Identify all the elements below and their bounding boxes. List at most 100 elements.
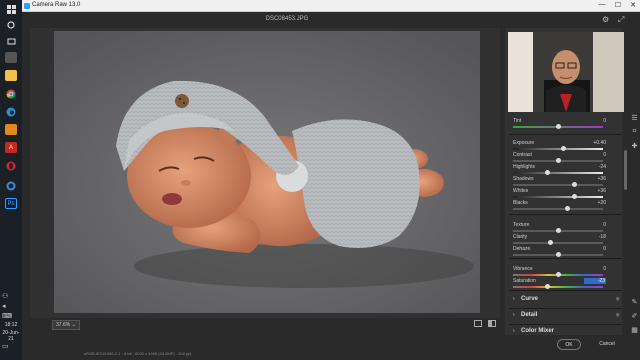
slider-thumb[interactable]: [556, 272, 561, 277]
slider-value[interactable]: 0: [584, 152, 606, 158]
search-icon[interactable]: [5, 20, 17, 31]
slider-label: Saturation: [513, 278, 536, 284]
clock-date[interactable]: 20-Jun-21: [0, 330, 22, 342]
slider-label: Tint: [513, 118, 522, 124]
window-title: Camera Raw 13.0: [32, 2, 81, 8]
windows-taskbar: A Ps ⚇ ◂ ⌨ 18:12 20-Jun-21 ▭: [0, 0, 22, 360]
chrome-icon[interactable]: [5, 88, 17, 99]
ok-button[interactable]: OK: [557, 339, 581, 350]
slider-thumb[interactable]: [556, 252, 561, 257]
slider-track[interactable]: [513, 208, 603, 210]
eyedropper-icon[interactable]: ✎: [630, 298, 639, 306]
title-bar: Camera Raw 13.0 — ☐ ✕: [22, 0, 640, 12]
minimize-button[interactable]: —: [596, 1, 608, 8]
slider-track[interactable]: [513, 148, 603, 150]
color-sampler-icon[interactable]: ✐: [630, 312, 639, 320]
panel-scrollbar[interactable]: [624, 150, 627, 190]
app-icon[interactable]: [5, 52, 17, 63]
chevron-right-icon: ›: [513, 312, 515, 318]
visibility-eye-icon[interactable]: ◉: [616, 312, 620, 318]
slider-thumb[interactable]: [565, 206, 570, 211]
section-label[interactable]: Curve: [521, 296, 538, 302]
slider-blacks[interactable]: Blacks +20: [513, 200, 620, 213]
zoom-level-dropdown[interactable]: 37.6% ⌄: [52, 320, 80, 330]
windows-start-icon[interactable]: [5, 4, 17, 15]
slider-track[interactable]: [513, 242, 603, 244]
slider-thumb[interactable]: [572, 194, 577, 199]
language-icon[interactable]: ⌨: [2, 312, 12, 320]
slider-value[interactable]: +20: [584, 200, 606, 206]
maximize-button[interactable]: ☐: [612, 1, 624, 9]
section-label[interactable]: Color Mixer: [521, 328, 554, 334]
slider-value[interactable]: 0: [584, 246, 606, 252]
slider-value[interactable]: +0.40: [584, 140, 606, 146]
slider-thumb[interactable]: [545, 170, 550, 175]
slider-value[interactable]: +36: [584, 188, 606, 194]
cancel-button[interactable]: Cancel: [595, 339, 619, 350]
close-button[interactable]: ✕: [627, 1, 639, 9]
healing-icon[interactable]: ✚: [630, 142, 639, 150]
workflow-options-link[interactable]: sRGB IEC61966-2.1 - 8 bit - 6000 x 4000 …: [84, 351, 191, 356]
slider-track[interactable]: [513, 184, 603, 186]
slider-value[interactable]: +36: [584, 176, 606, 182]
screen: A Ps ⚇ ◂ ⌨ 18:12 20-Jun-21 ▭ Camera Raw …: [0, 0, 640, 360]
edge-icon[interactable]: [5, 106, 17, 117]
clock-time[interactable]: 18:12: [0, 322, 22, 328]
task-view-icon[interactable]: [5, 36, 17, 47]
slider-track[interactable]: [513, 286, 603, 288]
divider: [509, 308, 622, 309]
before-after-icon[interactable]: [488, 320, 496, 327]
slider-tint[interactable]: Tint 0: [513, 118, 620, 131]
network-icon[interactable]: ⚇: [2, 292, 8, 300]
slider-label: Whites: [513, 188, 529, 194]
tool-strip: ☰ ⌗ ✚ ✎ ✐ ▦: [628, 28, 640, 350]
slider-thumb[interactable]: [556, 124, 561, 129]
slider-thumb[interactable]: [561, 146, 566, 151]
slider-thumb[interactable]: [548, 240, 553, 245]
slider-thumb[interactable]: [545, 284, 550, 289]
divider: [509, 134, 622, 135]
slider-saturation[interactable]: Saturation -23: [513, 278, 620, 291]
notifications-icon[interactable]: ▭: [2, 342, 9, 350]
slider-label: Texture: [513, 222, 530, 228]
edit-panel: Tint 0 › Curve ◉ › Detail ◉ › Color Mixe…: [505, 28, 624, 350]
slider-thumb[interactable]: [556, 228, 561, 233]
slider-label: Shadows: [513, 176, 534, 182]
settings-gear-icon[interactable]: [5, 180, 17, 191]
slider-value[interactable]: -24: [584, 164, 606, 170]
divider: [509, 324, 622, 325]
volume-icon[interactable]: ◂: [2, 302, 6, 310]
slider-track[interactable]: [513, 172, 603, 174]
photo-newborn-baby[interactable]: [54, 31, 480, 313]
divider: [509, 214, 622, 215]
slider-value[interactable]: -18: [584, 234, 606, 240]
slider-value[interactable]: 0: [584, 222, 606, 228]
slider-value[interactable]: 0: [584, 266, 606, 272]
photoshop-icon[interactable]: Ps: [5, 198, 17, 209]
slider-thumb[interactable]: [572, 182, 577, 187]
crop-icon[interactable]: ⌗: [630, 128, 639, 136]
compare-view-icon[interactable]: [474, 320, 482, 327]
file-explorer-icon[interactable]: [5, 70, 17, 81]
edit-sliders-icon[interactable]: ☰: [630, 114, 639, 122]
chevron-right-icon: ›: [513, 328, 515, 334]
store-icon[interactable]: [5, 124, 17, 135]
fullscreen-icon[interactable]: ⤢: [618, 15, 624, 25]
slider-thumb[interactable]: [556, 158, 561, 163]
system-tray: ⚇ ◂ ⌨ 18:12 20-Jun-21 ▭: [0, 292, 22, 360]
chevron-right-icon: ›: [513, 296, 515, 302]
slider-track[interactable]: [513, 196, 603, 198]
opera-icon[interactable]: [5, 160, 17, 171]
slider-label: Vibrance: [513, 266, 533, 272]
visibility-eye-icon[interactable]: ◉: [616, 296, 620, 302]
slider-value[interactable]: 0: [584, 118, 606, 124]
slider-value[interactable]: -23: [584, 278, 606, 284]
slider-label: Exposure: [513, 140, 535, 146]
webcam-overlay-presenter: [508, 32, 624, 112]
slider-label: Contrast: [513, 152, 532, 158]
section-label[interactable]: Detail: [521, 312, 537, 318]
grid-icon[interactable]: ▦: [630, 326, 639, 334]
acrobat-icon[interactable]: A: [5, 142, 17, 153]
settings-gear-icon[interactable]: ⚙: [602, 15, 609, 24]
image-filename: DSC08453.JPG: [265, 16, 309, 22]
